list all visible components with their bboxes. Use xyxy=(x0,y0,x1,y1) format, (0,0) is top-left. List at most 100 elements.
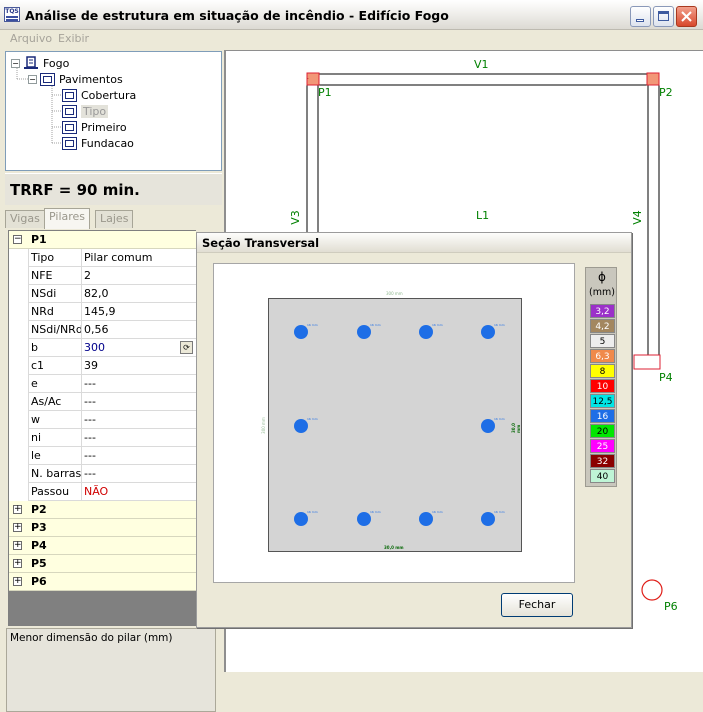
menu-exibir[interactable]: Exibir xyxy=(58,32,89,45)
label-v3: V3 xyxy=(288,210,302,225)
floor-icon xyxy=(62,120,77,134)
property-row[interactable]: Tipo Pilar comum xyxy=(9,249,196,267)
property-value: NÃO xyxy=(84,485,109,498)
group-p4[interactable]: + P4 xyxy=(9,537,196,555)
property-key: NFE xyxy=(31,269,53,282)
floor-icon xyxy=(62,104,77,118)
floor-icon xyxy=(62,88,77,102)
row-gutter xyxy=(9,321,29,339)
tree-label-fogo: Fogo xyxy=(43,56,70,70)
collapse-icon[interactable]: − xyxy=(11,58,20,68)
rebar-label: 16 mm xyxy=(370,510,381,514)
expand-icon[interactable]: + xyxy=(13,505,22,514)
property-key: ni xyxy=(31,431,42,444)
property-row[interactable]: NRd 145,9 xyxy=(9,303,196,321)
property-key: NSdi xyxy=(31,287,57,300)
row-gutter xyxy=(9,375,29,393)
label-p1: P1 xyxy=(318,86,332,99)
group-label: P6 xyxy=(31,575,47,588)
group-p3[interactable]: + P3 xyxy=(9,519,196,537)
property-row[interactable]: NFE 2 xyxy=(9,267,196,285)
property-row[interactable]: e --- xyxy=(9,375,196,393)
property-row[interactable]: N. barras --- xyxy=(9,465,196,483)
tab-pilares[interactable]: Pilares xyxy=(44,208,91,229)
property-row[interactable]: As/Ac --- xyxy=(9,393,196,411)
close-button[interactable] xyxy=(676,6,697,27)
group-label: P5 xyxy=(31,557,47,570)
collapse-icon[interactable]: − xyxy=(13,235,22,244)
tree-node-cobertura[interactable]: Cobertura xyxy=(62,87,136,103)
label-p6: P6 xyxy=(664,600,678,613)
legend-swatch: 5 xyxy=(590,334,615,348)
dim-top: 300 mm xyxy=(386,291,403,296)
property-row[interactable]: NSdi 82,0 xyxy=(9,285,196,303)
property-value: 82,0 xyxy=(84,287,109,300)
group-label: P3 xyxy=(31,521,47,534)
expand-icon[interactable]: + xyxy=(13,577,22,586)
rebar-circle xyxy=(294,512,308,526)
maximize-button[interactable] xyxy=(653,6,674,27)
property-row[interactable]: le --- xyxy=(9,447,196,465)
property-value: --- xyxy=(84,431,96,444)
rebar-label: 16 mm xyxy=(432,510,443,514)
rebar-label: 16 mm xyxy=(307,510,318,514)
label-p4: P4 xyxy=(659,371,673,384)
property-row[interactable]: Passou NÃO xyxy=(9,483,196,501)
property-value: 0,56 xyxy=(84,323,109,336)
property-key: c1 xyxy=(31,359,45,372)
property-value: --- xyxy=(84,413,96,426)
collapse-icon[interactable]: − xyxy=(28,74,37,84)
row-gutter xyxy=(9,339,29,357)
tab-lajes[interactable]: Lajes xyxy=(95,210,134,228)
row-gutter xyxy=(9,285,29,303)
tab-vigas[interactable]: Vigas xyxy=(5,210,45,228)
rebar-label: 16 mm xyxy=(494,323,505,327)
group-label: P2 xyxy=(31,503,47,516)
property-row[interactable]: ni --- xyxy=(9,429,196,447)
group-label: P1 xyxy=(31,233,47,246)
property-row[interactable]: NSdi/NRd 0,56 xyxy=(9,321,196,339)
beam-v1 xyxy=(306,73,660,86)
floor-icon xyxy=(62,136,77,150)
dim-bottom: 30,0 mm xyxy=(384,545,404,550)
app-icon-text: TQS xyxy=(5,8,19,15)
trrf-label: TRRF = 90 min. xyxy=(5,173,222,205)
row-gutter xyxy=(9,465,29,483)
tree-label-primeiro: Primeiro xyxy=(81,120,127,134)
group-p5[interactable]: + P5 xyxy=(9,555,196,573)
tree-node-pavimentos[interactable]: − Pavimentos xyxy=(28,71,123,87)
pillar-p2[interactable] xyxy=(646,72,660,86)
tree-node-fogo[interactable]: − Fogo xyxy=(11,55,69,71)
pillar-p4[interactable] xyxy=(633,354,661,370)
label-v4: V4 xyxy=(630,210,644,225)
row-gutter xyxy=(9,447,29,465)
group-p1[interactable]: − P1 xyxy=(9,231,196,249)
expand-icon[interactable]: + xyxy=(13,523,22,532)
legend-swatch: 6,3 xyxy=(590,349,615,363)
expand-icon[interactable]: + xyxy=(13,541,22,550)
group-p2[interactable]: + P2 xyxy=(9,501,196,519)
property-row[interactable]: b 300 ⟳ xyxy=(9,339,196,357)
legend-swatch: 8 xyxy=(590,364,615,378)
label-v1: V1 xyxy=(474,58,489,71)
tree-node-primeiro[interactable]: Primeiro xyxy=(62,119,127,135)
rebar-circle xyxy=(294,325,308,339)
tree-node-fundacao[interactable]: Fundacao xyxy=(62,135,134,151)
pillar-p6[interactable] xyxy=(641,579,663,601)
menu-arquivo[interactable]: Arquivo xyxy=(10,32,52,45)
maximize-icon xyxy=(658,11,669,21)
property-key: e xyxy=(31,377,38,390)
group-p6[interactable]: + P6 xyxy=(9,573,196,591)
property-row[interactable]: w --- xyxy=(9,411,196,429)
expand-icon[interactable]: + xyxy=(13,559,22,568)
minimize-button[interactable] xyxy=(630,6,651,27)
legend-swatch: 20 xyxy=(590,424,615,438)
fechar-button[interactable]: Fechar xyxy=(501,593,573,617)
tree-node-tipo[interactable]: Tipo xyxy=(62,103,109,119)
property-key: N. barras xyxy=(31,467,82,480)
property-value: 2 xyxy=(84,269,91,282)
edit-value-icon[interactable]: ⟳ xyxy=(180,341,193,354)
property-row[interactable]: c1 39 xyxy=(9,357,196,375)
property-key: As/Ac xyxy=(31,395,62,408)
rebar-circle xyxy=(481,512,495,526)
